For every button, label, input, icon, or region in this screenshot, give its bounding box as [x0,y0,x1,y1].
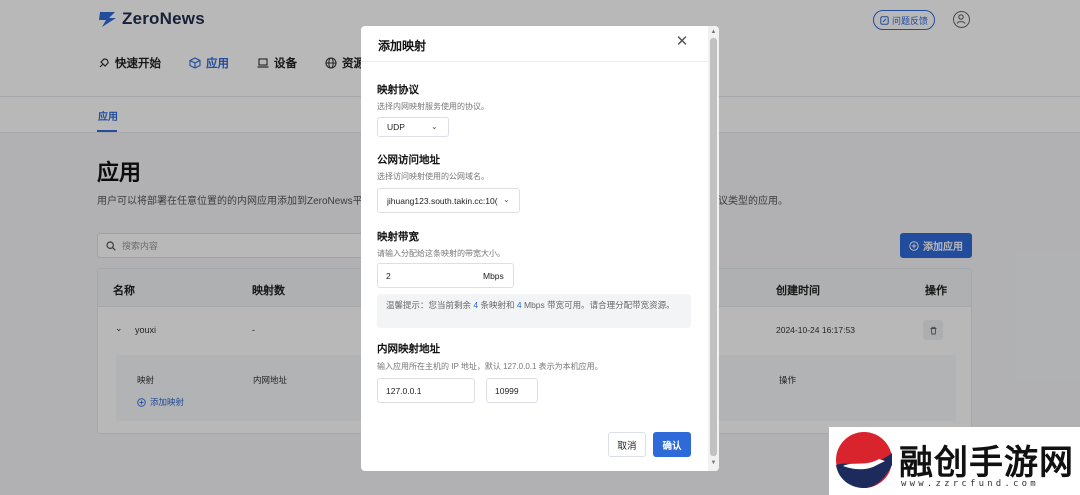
watermark-url: www.zzrcfund.com [901,479,1039,489]
internal-port-input[interactable]: 10999 [486,378,538,403]
chevron-down-icon: ⌄ [503,195,510,204]
confirm-button[interactable]: 确认 [653,432,691,457]
internal-ip-value: 127.0.0.1 [386,385,422,396]
internal-hint: 输入应用所在主机的 IP 地址，默认 127.0.0.1 表示为本机应用。 [377,362,603,371]
cancel-button[interactable]: 取消 [608,432,646,457]
scroll-up-arrow-icon[interactable]: ▲ [708,29,719,37]
close-icon[interactable]: ✕ [675,34,689,49]
protocol-label: 映射协议 [377,84,419,96]
tip-count: 4 [473,300,479,310]
bandwidth-hint: 请输入分配给这条映射的带宽大小。 [377,249,505,258]
dialog-header: 添加映射 ✕ [361,26,719,62]
domain-label: 公网访问地址 [377,154,440,166]
protocol-select[interactable]: UDP ⌄ [377,117,449,137]
bandwidth-input[interactable]: 2 Mbps [377,263,514,288]
protocol-hint: 选择内网映射服务使用的协议。 [377,102,489,111]
protocol-value: UDP [387,122,405,132]
tip-bandwidth: 4 [516,300,522,310]
add-mapping-dialog: 添加映射 ✕ 映射协议 选择内网映射服务使用的协议。 UDP ⌄ 公网访问地址 … [361,26,719,471]
domain-select[interactable]: jihuang123.south.takin.cc:10( ⌄ [377,188,520,213]
watermark-title: 融创手游网 [899,443,1074,483]
tip-suffix: Mbps 带宽可用。请合理分配带宽资源。 [524,300,675,310]
internal-label: 内网映射地址 [377,343,440,355]
bandwidth-value: 2 [386,270,391,281]
scroll-thumb[interactable] [710,38,717,456]
chevron-down-icon: ⌄ [431,122,438,131]
bandwidth-label: 映射带宽 [377,231,419,243]
bandwidth-tip: 温馨提示：您当前剩余 4 条映射和 4 Mbps 带宽可用。请合理分配带宽资源。 [377,294,691,328]
bandwidth-unit: Mbps [483,271,504,281]
internal-port-value: 10999 [495,385,519,396]
internal-ip-input[interactable]: 127.0.0.1 [377,378,475,403]
watermark: 融创手游网 www.zzrcfund.com [829,427,1080,495]
scroll-down-arrow-icon[interactable]: ▼ [708,460,719,468]
domain-hint: 选择访问映射使用的公网域名。 [377,172,489,181]
dialog-title: 添加映射 [378,39,427,53]
domain-value: jihuang123.south.takin.cc:10( [387,195,498,206]
watermark-logo-icon [836,432,892,488]
cancel-label: 取消 [617,440,637,452]
tip-prefix: 温馨提示：您当前剩余 [386,300,472,310]
dialog-scrollbar[interactable]: ▲ ▼ [708,26,719,471]
tip-middle: 条映射和 [480,300,515,310]
confirm-label: 确认 [662,440,682,452]
